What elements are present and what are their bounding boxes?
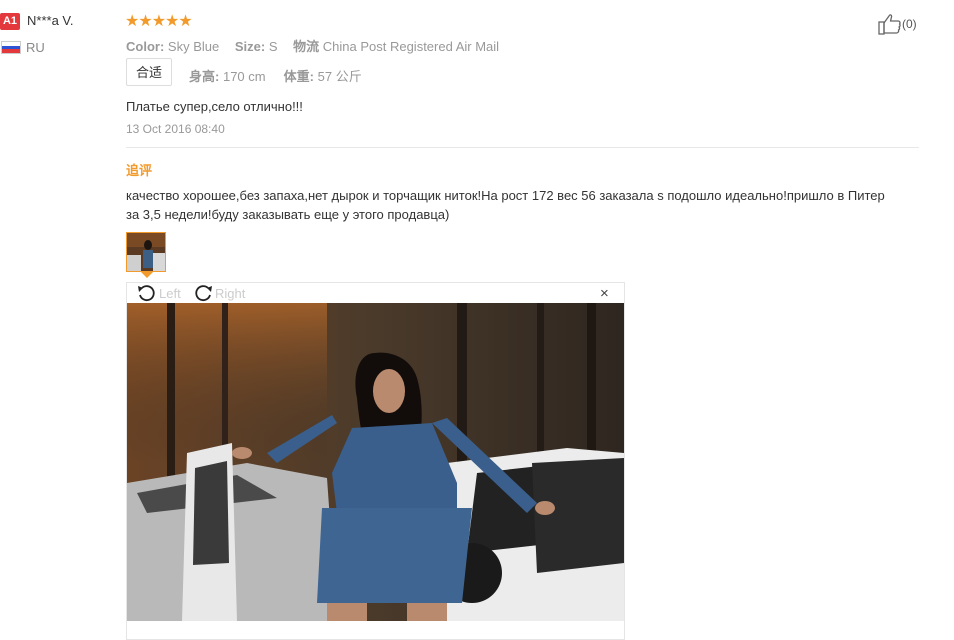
reviewer-name: N***a V. xyxy=(27,13,74,28)
russia-flag-icon xyxy=(1,41,21,54)
thumbs-up-icon xyxy=(878,14,901,35)
review-photo-thumbnail[interactable] xyxy=(126,232,166,272)
rotate-right-button[interactable]: Right xyxy=(192,283,245,303)
thumbnail-pointer xyxy=(141,272,153,278)
rotate-left-icon xyxy=(138,285,155,302)
height-label: 身高: xyxy=(189,69,220,84)
like-count: (0) xyxy=(902,17,917,31)
order-info: Color: Sky Blue Size: S 物流 China Post Re… xyxy=(126,36,511,55)
followup-label: 追评 xyxy=(126,163,153,178)
rotate-left-button[interactable]: Left xyxy=(136,283,181,303)
size-label: Size: xyxy=(234,39,266,54)
reviewer-country: RU xyxy=(26,40,45,55)
shipping-label: 物流 xyxy=(293,39,320,54)
weight-value: 57 公斤 xyxy=(317,69,362,84)
color-label: Color: xyxy=(126,39,165,54)
rotate-right-icon xyxy=(195,285,212,302)
like-button[interactable]: (0) xyxy=(878,13,917,35)
rating-stars: ★★★★★ xyxy=(125,13,193,30)
size-value: S xyxy=(268,39,278,54)
rotate-left-label: Left xyxy=(159,285,181,301)
color-value: Sky Blue xyxy=(167,39,220,54)
body-measurements: 身高: 170 cm 体重: 57 公斤 xyxy=(189,66,362,85)
weight-label: 体重: xyxy=(283,69,315,84)
close-icon[interactable]: × xyxy=(600,285,609,302)
shipping-value: China Post Registered Air Mail xyxy=(322,39,500,54)
review-photo xyxy=(127,303,624,621)
divider xyxy=(126,147,919,148)
followup-text: качество хорошее,без запаха,нет дырок и … xyxy=(126,188,885,222)
fit-tag: 合适 xyxy=(126,58,172,86)
review-date: 13 Oct 2016 08:40 xyxy=(126,122,225,136)
review-text: Платье супер,село отлично!!! xyxy=(126,99,303,114)
height-value: 170 cm xyxy=(222,69,266,84)
buyer-level-badge: A1 xyxy=(0,13,20,30)
rotate-right-label: Right xyxy=(215,285,246,301)
